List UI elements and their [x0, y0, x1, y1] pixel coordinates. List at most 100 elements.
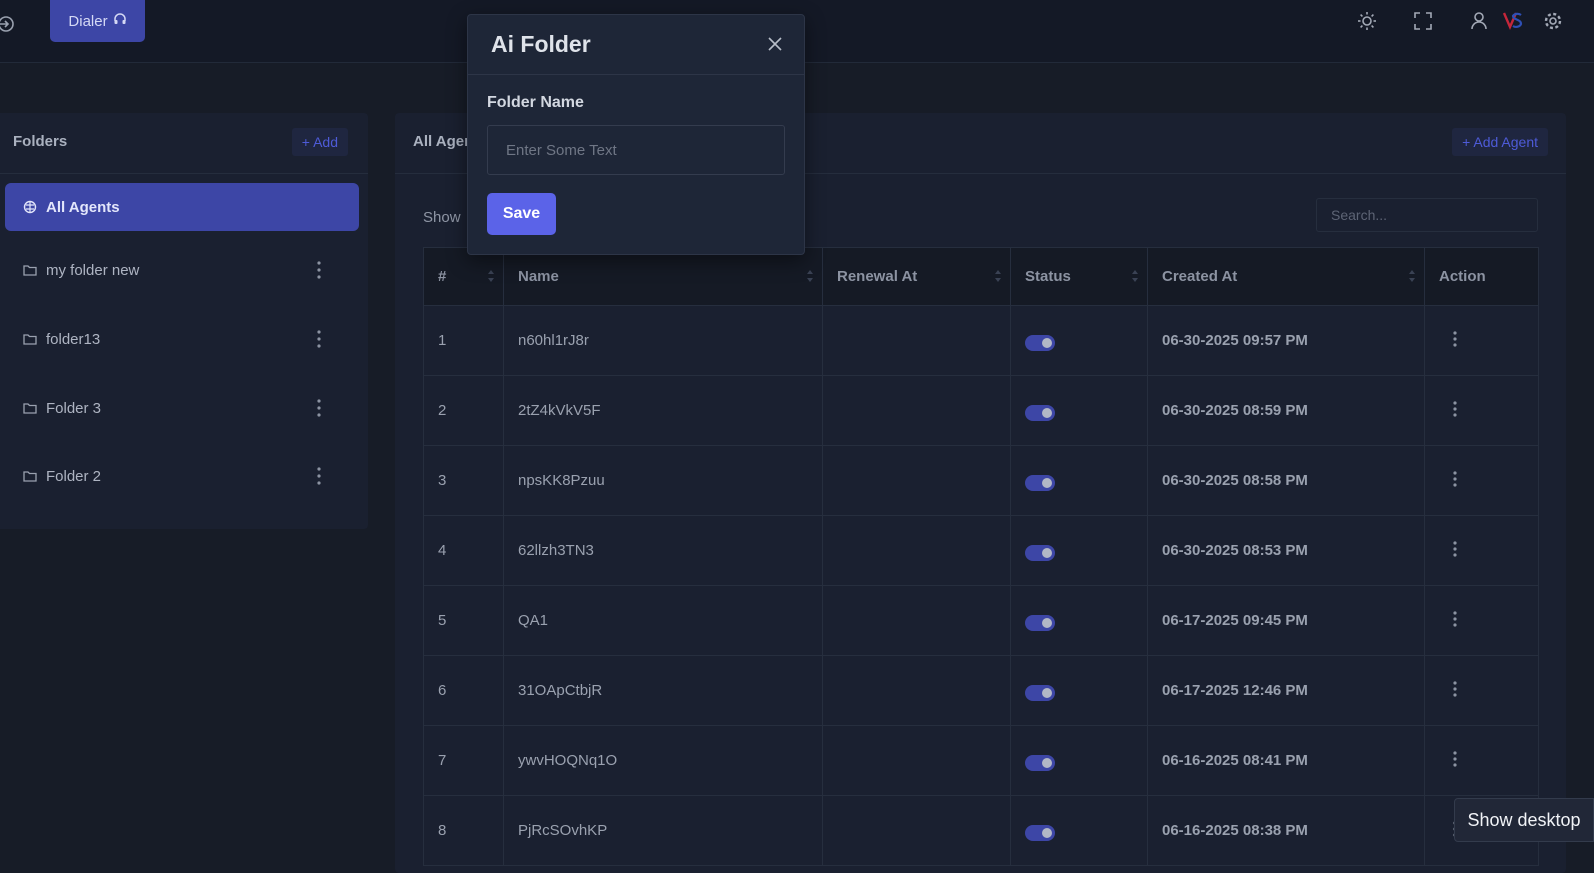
row-number: 7 — [423, 725, 504, 796]
row-actions-icon[interactable] — [1453, 470, 1457, 488]
agent-name: PjRcSOvhKP — [503, 795, 823, 866]
sort-icon — [1409, 270, 1415, 282]
agent-name: 62llzh3TN3 — [503, 515, 823, 586]
show-desktop-tooltip: Show desktop — [1454, 798, 1594, 842]
sort-icon — [807, 270, 813, 282]
column-header-created-at[interactable]: Created At — [1147, 247, 1425, 306]
table-row: 6 31OApCtbjR 06-17-2025 12:46 PM — [423, 655, 1539, 726]
sidebar-item-folder-2[interactable]: Folder 2 — [5, 452, 359, 500]
status-toggle[interactable] — [1025, 334, 1055, 351]
created-at: 06-30-2025 09:57 PM — [1147, 305, 1425, 376]
renewal-at — [822, 585, 1011, 656]
row-number: 8 — [423, 795, 504, 866]
table-row: 4 62llzh3TN3 06-30-2025 08:53 PM — [423, 515, 1539, 586]
status-cell — [1010, 375, 1148, 446]
folders-header: Folders + Add — [0, 113, 368, 174]
row-actions-icon[interactable] — [1453, 750, 1457, 768]
sort-icon — [1132, 270, 1138, 282]
sidebar-item-folder13[interactable]: folder13 — [5, 315, 359, 363]
sidebar-item-label: folder13 — [46, 330, 101, 348]
folder-icon — [23, 401, 37, 415]
user-icon[interactable] — [1468, 10, 1490, 32]
dialer-button[interactable]: Dialer — [50, 0, 145, 42]
status-toggle[interactable] — [1025, 684, 1055, 701]
row-actions-icon[interactable] — [1453, 680, 1457, 698]
created-at: 06-30-2025 08:59 PM — [1147, 375, 1425, 446]
row-actions-icon[interactable] — [1453, 330, 1457, 348]
status-cell — [1010, 585, 1148, 656]
agent-name: 2tZ4kVkV5F — [503, 375, 823, 446]
status-cell — [1010, 445, 1148, 516]
row-actions-icon[interactable] — [1453, 610, 1457, 628]
theme-toggle-sun-icon[interactable] — [1356, 10, 1378, 32]
status-toggle[interactable] — [1025, 824, 1055, 841]
folder-icon — [23, 332, 37, 346]
toggle-knob — [1042, 477, 1052, 488]
sidebar-item-my-folder-new[interactable]: my folder new — [5, 246, 359, 294]
save-button[interactable]: Save — [487, 193, 556, 235]
modal-title: Ai Folder — [491, 31, 591, 57]
sidebar-item-label: Folder 2 — [46, 467, 102, 485]
status-cell — [1010, 515, 1148, 586]
add-folder-button[interactable]: + Add — [291, 128, 348, 156]
created-at: 06-30-2025 08:53 PM — [1147, 515, 1425, 586]
folder-icon — [23, 263, 37, 277]
column-header-renewal-at[interactable]: Renewal At — [822, 247, 1011, 306]
fullscreen-icon[interactable] — [1412, 10, 1434, 32]
settings-gear-icon[interactable] — [1542, 10, 1564, 32]
folder-name-label: Folder Name — [487, 94, 584, 111]
status-toggle[interactable] — [1025, 614, 1055, 631]
created-at: 06-16-2025 08:41 PM — [1147, 725, 1425, 796]
column-header-name[interactable]: Name — [503, 247, 823, 306]
renewal-at — [822, 515, 1011, 586]
sidebar-item-all-agents[interactable]: All Agents — [5, 183, 359, 231]
status-cell — [1010, 725, 1148, 796]
row-number: 4 — [423, 515, 504, 586]
search-input[interactable] — [1316, 198, 1538, 232]
status-toggle[interactable] — [1025, 544, 1055, 561]
more-options-icon[interactable] — [317, 329, 321, 349]
renewal-at — [822, 725, 1011, 796]
sort-icon — [488, 270, 494, 282]
table-row: 8 PjRcSOvhKP 06-16-2025 08:38 PM — [423, 795, 1539, 866]
sign-in-icon[interactable] — [0, 14, 16, 34]
folder-name-input[interactable] — [487, 125, 785, 175]
agent-name: npsKK8Pzuu — [503, 445, 823, 516]
folders-sidebar: Folders + Add All Agents my folder new f… — [0, 113, 368, 529]
sidebar-item-label: Folder 3 — [46, 399, 102, 417]
renewal-at — [822, 305, 1011, 376]
more-options-icon[interactable] — [317, 398, 321, 418]
action-cell — [1424, 445, 1539, 516]
status-toggle[interactable] — [1025, 474, 1055, 491]
column-header-status[interactable]: Status — [1010, 247, 1148, 306]
more-options-icon[interactable] — [317, 466, 321, 486]
created-at: 06-30-2025 08:58 PM — [1147, 445, 1425, 516]
row-actions-icon[interactable] — [1453, 540, 1457, 558]
toggle-knob — [1042, 617, 1052, 628]
toggle-knob — [1042, 687, 1052, 698]
sidebar-item-label: my folder new — [46, 261, 140, 279]
created-at: 06-17-2025 12:46 PM — [1147, 655, 1425, 726]
brand-logo-icon — [1502, 10, 1524, 32]
row-number: 6 — [423, 655, 504, 726]
table-row: 1 n60hl1rJ8r 06-30-2025 09:57 PM — [423, 305, 1539, 376]
renewal-at — [822, 375, 1011, 446]
sidebar-item-folder-3[interactable]: Folder 3 — [5, 384, 359, 432]
headphones-icon — [113, 12, 127, 30]
renewal-at — [822, 655, 1011, 726]
agent-name: QA1 — [503, 585, 823, 656]
agents-table: # Name Renewal At Status Created At Acti… — [423, 247, 1539, 866]
agent-name: ywvHOQNq1O — [503, 725, 823, 796]
action-cell — [1424, 305, 1539, 376]
status-toggle[interactable] — [1025, 404, 1055, 421]
row-number: 1 — [423, 305, 504, 376]
close-icon[interactable] — [768, 37, 782, 51]
modal-header: Ai Folder — [468, 15, 804, 75]
column-header-number[interactable]: # — [423, 247, 504, 306]
status-toggle[interactable] — [1025, 754, 1055, 771]
ai-folder-modal: Ai Folder Folder Name Save — [467, 14, 805, 255]
add-agent-button[interactable]: + Add Agent — [1452, 128, 1548, 156]
more-options-icon[interactable] — [317, 260, 321, 280]
show-entries-label: Show — [423, 209, 461, 226]
row-actions-icon[interactable] — [1453, 400, 1457, 418]
